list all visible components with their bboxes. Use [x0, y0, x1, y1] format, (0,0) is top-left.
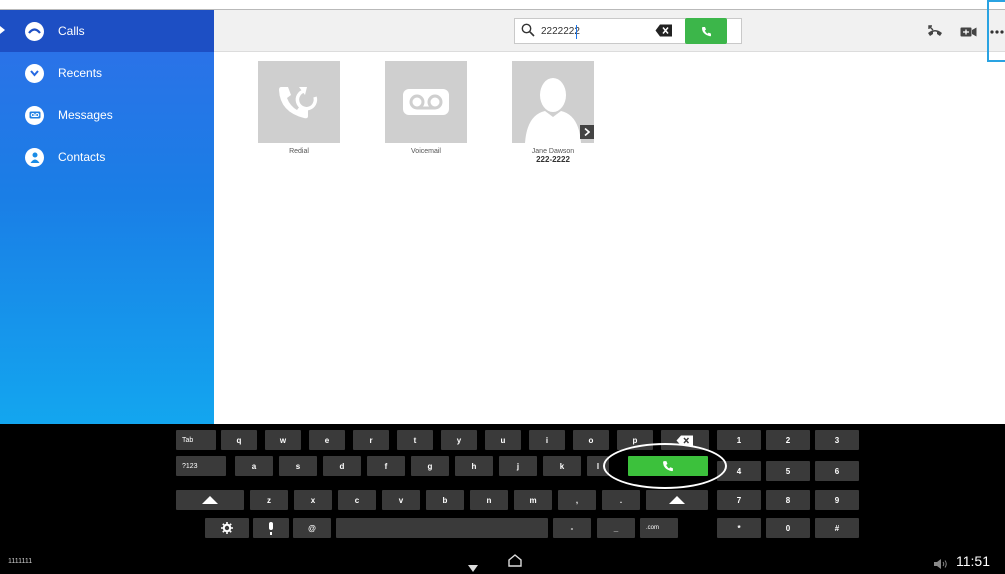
- key-q[interactable]: q: [221, 430, 257, 450]
- key-space[interactable]: [336, 518, 548, 538]
- sidebar-item-calls[interactable]: Calls: [0, 10, 214, 52]
- key-b[interactable]: b: [426, 490, 464, 510]
- key-f[interactable]: f: [367, 456, 405, 476]
- key-num-6[interactable]: 6: [815, 461, 859, 481]
- tile-label: Redial: [289, 148, 309, 155]
- key-num-2[interactable]: 2: [766, 430, 810, 450]
- key-num-hash[interactable]: #: [815, 518, 859, 538]
- key-period[interactable]: .: [602, 490, 640, 510]
- key-d[interactable]: d: [323, 456, 361, 476]
- on-screen-keyboard: Tab q w e r t y u i o p ?123 a s d f g h…: [0, 424, 1005, 550]
- voicemail-icon: [25, 105, 44, 125]
- shift-icon: [202, 496, 218, 504]
- key-hyphen[interactable]: -: [553, 518, 591, 538]
- key-u[interactable]: u: [485, 430, 521, 450]
- recents-icon: [25, 63, 44, 83]
- key-settings[interactable]: [205, 518, 249, 538]
- key-w[interactable]: w: [265, 430, 301, 450]
- key-underscore[interactable]: _: [597, 518, 635, 538]
- key-h[interactable]: h: [455, 456, 493, 476]
- search-input[interactable]: [541, 22, 661, 40]
- key-num-7[interactable]: 7: [717, 490, 761, 510]
- voicemail-tile[interactable]: Voicemail: [385, 61, 467, 156]
- sidebar-item-label: Messages: [58, 108, 113, 122]
- phone-icon: [701, 26, 711, 36]
- key-x[interactable]: x: [294, 490, 332, 510]
- key-voice[interactable]: [253, 518, 289, 538]
- end-call-icon[interactable]: [926, 24, 944, 40]
- calls-icon: [25, 21, 44, 41]
- key-m[interactable]: m: [514, 490, 552, 510]
- person-icon: [512, 61, 594, 143]
- key-symbols[interactable]: ?123: [176, 456, 226, 476]
- backspace-icon[interactable]: [655, 24, 673, 38]
- key-tab[interactable]: Tab: [176, 430, 216, 450]
- key-c[interactable]: c: [338, 490, 376, 510]
- text-cursor: [576, 25, 577, 39]
- key-num-5[interactable]: 5: [766, 461, 810, 481]
- search-box[interactable]: [514, 18, 742, 44]
- key-dotcom[interactable]: .com: [640, 518, 678, 538]
- key-z[interactable]: z: [250, 490, 288, 510]
- key-y[interactable]: y: [441, 430, 477, 450]
- key-comma[interactable]: ,: [558, 490, 596, 510]
- contact-tile-jane-dawson[interactable]: Jane Dawson 222-2222: [512, 61, 594, 164]
- key-o[interactable]: o: [573, 430, 609, 450]
- key-at[interactable]: @: [293, 518, 331, 538]
- key-s[interactable]: s: [279, 456, 317, 476]
- voicemail-icon: [385, 61, 467, 143]
- chevron-right-icon[interactable]: [580, 125, 594, 139]
- shift-icon: [669, 496, 685, 504]
- redial-tile[interactable]: Redial: [258, 61, 340, 156]
- key-num-0[interactable]: 0: [766, 518, 810, 538]
- top-header: [214, 10, 1005, 52]
- key-e[interactable]: e: [309, 430, 345, 450]
- call-key-highlight-ring: [603, 443, 727, 489]
- microphone-icon: [269, 521, 273, 535]
- active-indicator: [0, 26, 5, 34]
- tile-label: Voicemail: [411, 148, 441, 155]
- sidebar-item-label: Recents: [58, 66, 103, 80]
- key-num-9[interactable]: 9: [815, 490, 859, 510]
- key-a[interactable]: a: [235, 456, 273, 476]
- key-r[interactable]: r: [353, 430, 389, 450]
- contacts-icon: [25, 147, 44, 167]
- sidebar-item-contacts[interactable]: Contacts: [0, 136, 214, 178]
- key-n[interactable]: n: [470, 490, 508, 510]
- video-icon[interactable]: [959, 24, 977, 40]
- key-v[interactable]: v: [382, 490, 420, 510]
- key-j[interactable]: j: [499, 456, 537, 476]
- key-num-3[interactable]: 3: [815, 430, 859, 450]
- key-i[interactable]: i: [529, 430, 565, 450]
- sidebar-item-recents[interactable]: Recents: [0, 52, 214, 94]
- redial-icon: [258, 61, 340, 143]
- contact-number: 222-2222: [536, 155, 570, 164]
- key-t[interactable]: t: [397, 430, 433, 450]
- key-k[interactable]: k: [543, 456, 581, 476]
- key-shift-left[interactable]: [176, 490, 244, 510]
- home-icon[interactable]: [508, 554, 522, 572]
- highlight-frame: [987, 0, 1005, 62]
- key-num-8[interactable]: 8: [766, 490, 810, 510]
- key-num-star[interactable]: *: [717, 518, 761, 538]
- clock: 11:51: [956, 553, 990, 569]
- key-shift-right[interactable]: [646, 490, 708, 510]
- status-text: 1111111: [8, 558, 33, 565]
- call-button[interactable]: [685, 18, 727, 44]
- system-nav-bar: 1111111 11:51: [0, 550, 1005, 574]
- sidebar-item-messages[interactable]: Messages: [0, 94, 214, 136]
- back-icon[interactable]: [468, 559, 478, 574]
- key-num-1[interactable]: 1: [717, 430, 761, 450]
- volume-icon: [934, 556, 948, 574]
- sidebar-item-label: Calls: [58, 24, 85, 38]
- gear-icon: [221, 522, 233, 534]
- key-g[interactable]: g: [411, 456, 449, 476]
- search-icon: [521, 23, 535, 37]
- sidebar: Calls Recents Messages Contacts: [0, 10, 214, 424]
- sidebar-item-label: Contacts: [58, 150, 106, 164]
